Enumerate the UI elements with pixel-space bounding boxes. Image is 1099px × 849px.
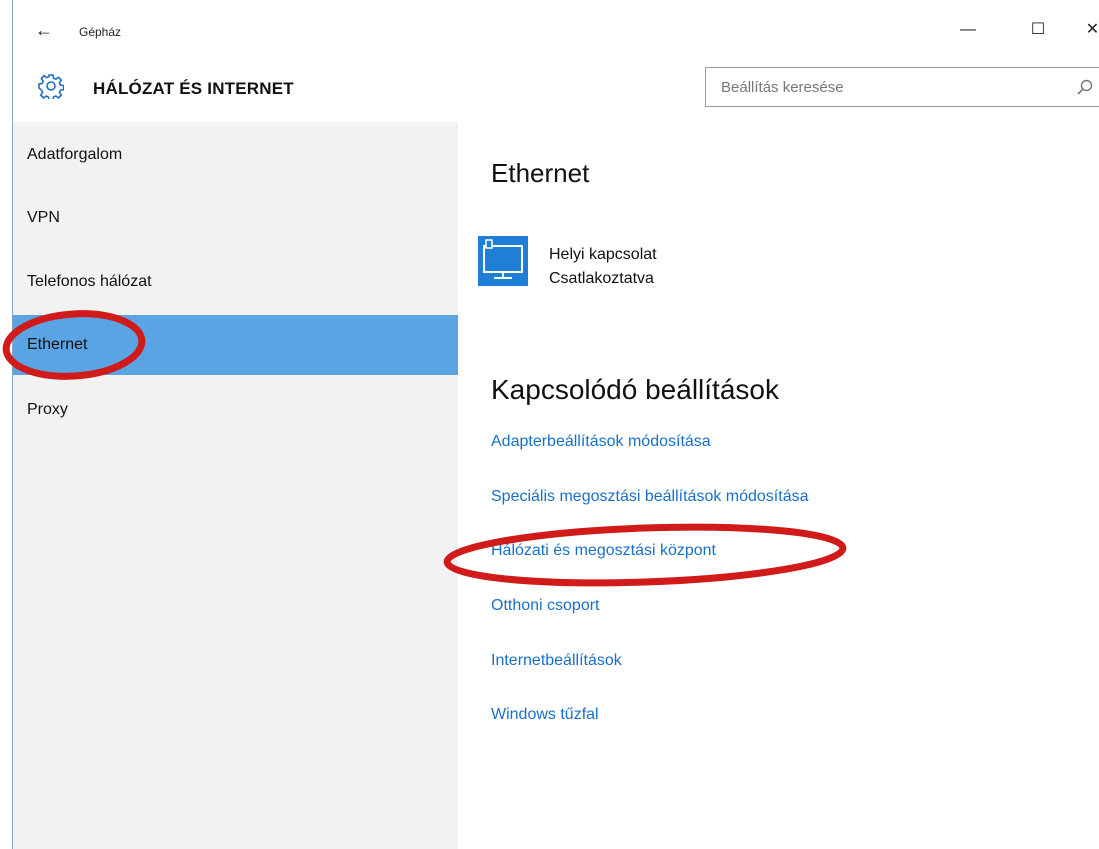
sidebar-item-proxy[interactable]: Proxy [13,380,458,440]
link-homegroup[interactable]: Otthoni csoport [491,597,600,615]
link-internet-options[interactable]: Internetbeállítások [491,652,622,670]
settings-window: ← Gépház — ☐ ✕ HÁLÓZAT ÉS INTERNET Adatf… [12,0,1099,849]
title-bar: ← Gépház — ☐ ✕ HÁLÓZAT ÉS INTERNET [13,0,1099,122]
connection-name[interactable]: Helyi kapcsolat [549,246,657,264]
page-title: HÁLÓZAT ÉS INTERNET [93,79,294,98]
link-advanced-sharing[interactable]: Speciális megosztási beállítások módosít… [491,488,809,506]
monitor-network-icon[interactable] [478,236,528,286]
maximize-button[interactable]: ☐ [1021,14,1055,46]
sidebar-item-adatforgalom[interactable]: Adatforgalom [13,125,458,185]
main-content: Ethernet Helyi kapcsolat Csatlakoztatva … [458,122,1099,849]
related-settings-heading: Kapcsolódó beállítások [491,374,779,405]
link-windows-firewall[interactable]: Windows tűzfal [491,706,599,724]
link-network-sharing-center[interactable]: Hálózati és megosztási központ [491,542,716,560]
app-title: Gépház [79,25,122,39]
link-adapter-settings[interactable]: Adapterbeállítások módosítása [491,433,711,451]
close-button[interactable]: ✕ [1085,14,1099,46]
connection-status: Csatlakoztatva [549,270,654,287]
sidebar: Adatforgalom VPN Telefonos hálózat Ether… [13,122,458,849]
search-input[interactable] [706,68,1099,106]
back-button[interactable]: ← [35,20,55,40]
sidebar-item-vpn[interactable]: VPN [13,188,458,248]
gear-icon [38,74,64,99]
sidebar-item-ethernet[interactable]: Ethernet [13,315,458,375]
search-icon[interactable] [1076,78,1094,96]
section-heading: Ethernet [491,158,590,188]
sidebar-item-telefonos-halozat[interactable]: Telefonos hálózat [13,252,458,312]
search-box[interactable] [705,67,1099,107]
minimize-button[interactable]: — [951,14,985,46]
